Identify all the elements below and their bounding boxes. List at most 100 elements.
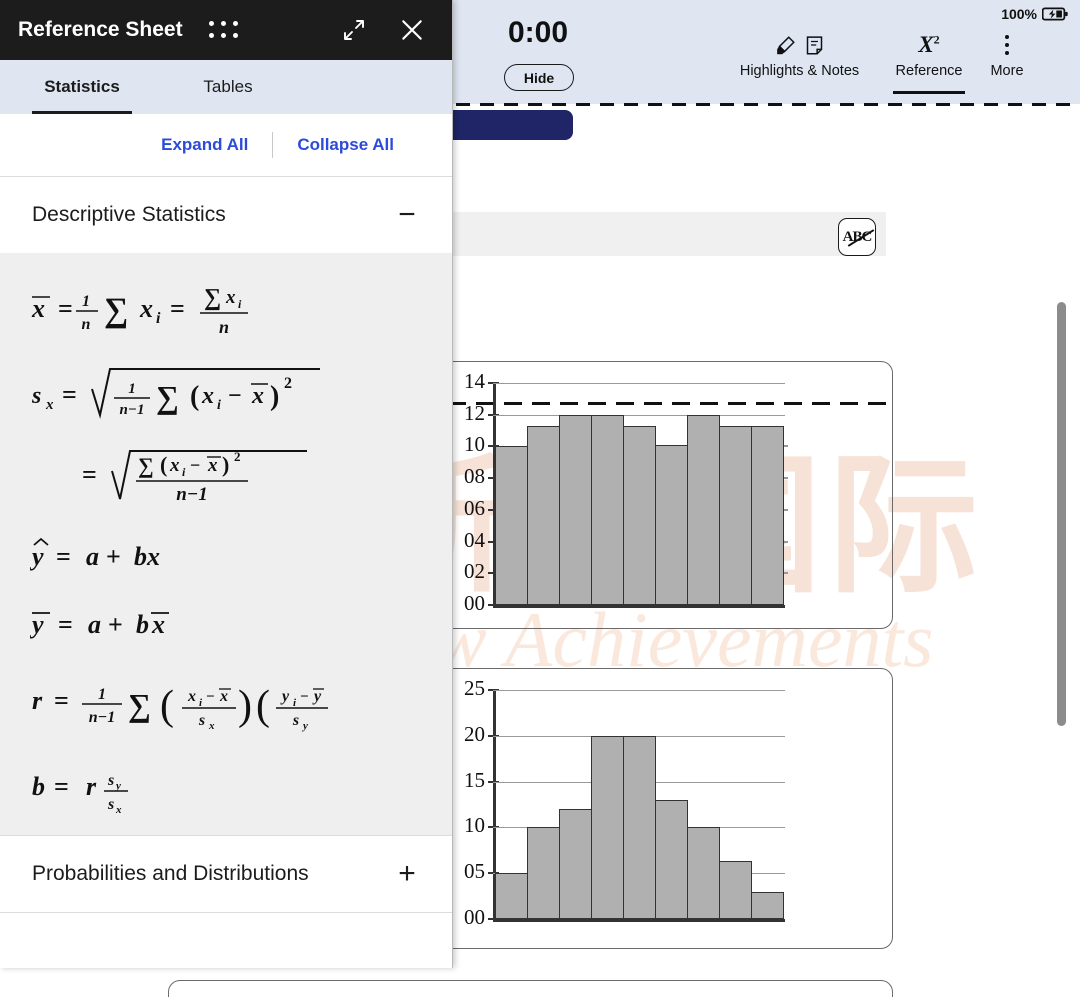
svg-text:s: s: [107, 772, 114, 789]
svg-text:x: x: [139, 294, 153, 323]
svg-text:−: −: [190, 455, 200, 475]
svg-text:a: a: [86, 542, 99, 571]
svg-text:(: (: [160, 683, 174, 729]
svg-text:x: x: [208, 720, 215, 732]
svg-text:n−1: n−1: [120, 402, 145, 418]
timer-display: 0:00: [508, 16, 569, 49]
histogram-bar: [495, 873, 528, 919]
kebab-menu-icon: [1004, 32, 1010, 58]
svg-text:x: x: [151, 610, 165, 639]
svg-text:x: x: [207, 455, 218, 476]
svg-text:=: =: [62, 380, 77, 409]
reference-sheet-actions: Expand All Collapse All: [0, 114, 452, 176]
svg-text:x: x: [31, 294, 45, 323]
section-descriptive-statistics[interactable]: Descriptive Statistics −: [0, 176, 452, 254]
svg-text:=: =: [56, 542, 71, 571]
close-panel-button[interactable]: [392, 10, 432, 50]
tab-tables[interactable]: Tables: [188, 60, 268, 114]
hide-timer-button[interactable]: Hide: [504, 64, 574, 91]
svg-text:=: =: [58, 294, 73, 323]
expand-panel-button[interactable]: [334, 10, 374, 50]
svg-text:x: x: [45, 397, 54, 413]
descriptive-statistics-formulas: x = 1 n ∑ x i = ∑ x i n s x = 1 n−1 ∑ (…: [0, 253, 452, 835]
reference-sheet-header: Reference Sheet: [0, 0, 452, 60]
svg-text:(: (: [256, 683, 270, 729]
vertical-scrollbar-thumb[interactable]: [1057, 302, 1066, 726]
svg-text:=: =: [82, 460, 97, 489]
svg-text:∑: ∑: [138, 453, 154, 478]
collapse-toggle-icon[interactable]: −: [394, 200, 420, 230]
svg-text:2: 2: [234, 449, 241, 464]
abc-strikeout-button[interactable]: ABC: [838, 218, 876, 256]
gridline: [493, 414, 785, 416]
histogram-bar: [591, 414, 624, 605]
svg-text:2: 2: [284, 375, 292, 392]
reference-sheet-panel: Reference Sheet Statistics Tables Expand…: [0, 0, 453, 968]
formula-sample-sd-alt: = ∑ ( x i − x ) 2 n−1: [82, 445, 452, 507]
drag-handle-icon[interactable]: [208, 20, 240, 40]
battery-status: 100%: [1001, 6, 1068, 22]
svg-text:(: (: [190, 381, 199, 412]
svg-text:n: n: [82, 316, 91, 333]
svg-text:x: x: [201, 383, 214, 409]
histogram-bar: [527, 425, 560, 605]
histogram-bar: [687, 827, 720, 919]
formula-slope: b = r s y s x: [30, 761, 452, 815]
svg-text:∑: ∑: [104, 292, 128, 329]
svg-text:n−1: n−1: [89, 709, 116, 726]
histogram-bar: [527, 827, 560, 919]
svg-text:=: =: [54, 772, 69, 801]
vertical-scrollbar-track[interactable]: [1057, 146, 1073, 997]
svg-text:s: s: [292, 712, 299, 729]
histogram-bar: [591, 735, 624, 919]
svg-text:x: x: [187, 688, 196, 705]
svg-text:y: y: [114, 780, 121, 792]
svg-text:i: i: [217, 398, 221, 413]
svg-text:i: i: [238, 297, 242, 311]
histogram-bar: [719, 861, 752, 919]
svg-text:): ): [270, 381, 279, 412]
section-title-descriptive-statistics: Descriptive Statistics: [32, 203, 226, 227]
svg-text:+: +: [108, 610, 123, 639]
tab-statistics[interactable]: Statistics: [32, 60, 132, 114]
histogram-bar: [655, 444, 688, 605]
histogram-bar: [655, 799, 688, 919]
svg-text:+: +: [106, 542, 121, 571]
more-button[interactable]: More: [978, 32, 1036, 79]
svg-text:i: i: [182, 465, 186, 479]
formula-regression-means: y = a + b x: [30, 601, 452, 643]
svg-text:i: i: [293, 697, 297, 709]
svg-text:y: y: [312, 688, 322, 705]
section-title-probabilities-and-distributions: Probabilities and Distributions: [32, 861, 309, 885]
expand-toggle-icon[interactable]: +: [394, 858, 420, 889]
svg-text:∑: ∑: [204, 285, 221, 311]
abc-strikeout-icon: ABC: [843, 229, 874, 247]
formula-regression-line: y = a + bx: [30, 533, 452, 575]
histogram-chart-2: 00 05 10 15 20 25: [455, 668, 895, 949]
highlights-and-notes-button[interactable]: Highlights & Notes: [723, 32, 876, 79]
histogram-bar: [719, 425, 752, 605]
svg-text:s: s: [107, 796, 114, 813]
gridline: [493, 690, 785, 691]
svg-text:y: y: [280, 688, 290, 705]
svg-text:a: a: [88, 610, 101, 639]
svg-text:x: x: [115, 804, 122, 815]
svg-text:−: −: [228, 383, 242, 409]
svg-text:r: r: [86, 772, 97, 801]
svg-text:i: i: [156, 310, 161, 327]
svg-text:y: y: [30, 610, 44, 639]
histogram-bar: [751, 891, 784, 919]
expand-all-button[interactable]: Expand All: [137, 135, 272, 155]
section-probabilities-and-distributions[interactable]: Probabilities and Distributions +: [0, 835, 452, 913]
histogram-bar: [623, 425, 656, 605]
collapse-all-button[interactable]: Collapse All: [273, 135, 418, 155]
histogram-bar: [687, 414, 720, 605]
svg-text:b: b: [32, 772, 45, 801]
reference-button[interactable]: X2 Reference: [891, 32, 967, 79]
svg-text:1: 1: [98, 686, 106, 703]
svg-text:y: y: [301, 720, 308, 732]
more-label: More: [990, 63, 1024, 79]
svg-text:=: =: [54, 686, 69, 715]
close-icon: [402, 20, 422, 40]
svg-text:(: (: [160, 452, 167, 477]
